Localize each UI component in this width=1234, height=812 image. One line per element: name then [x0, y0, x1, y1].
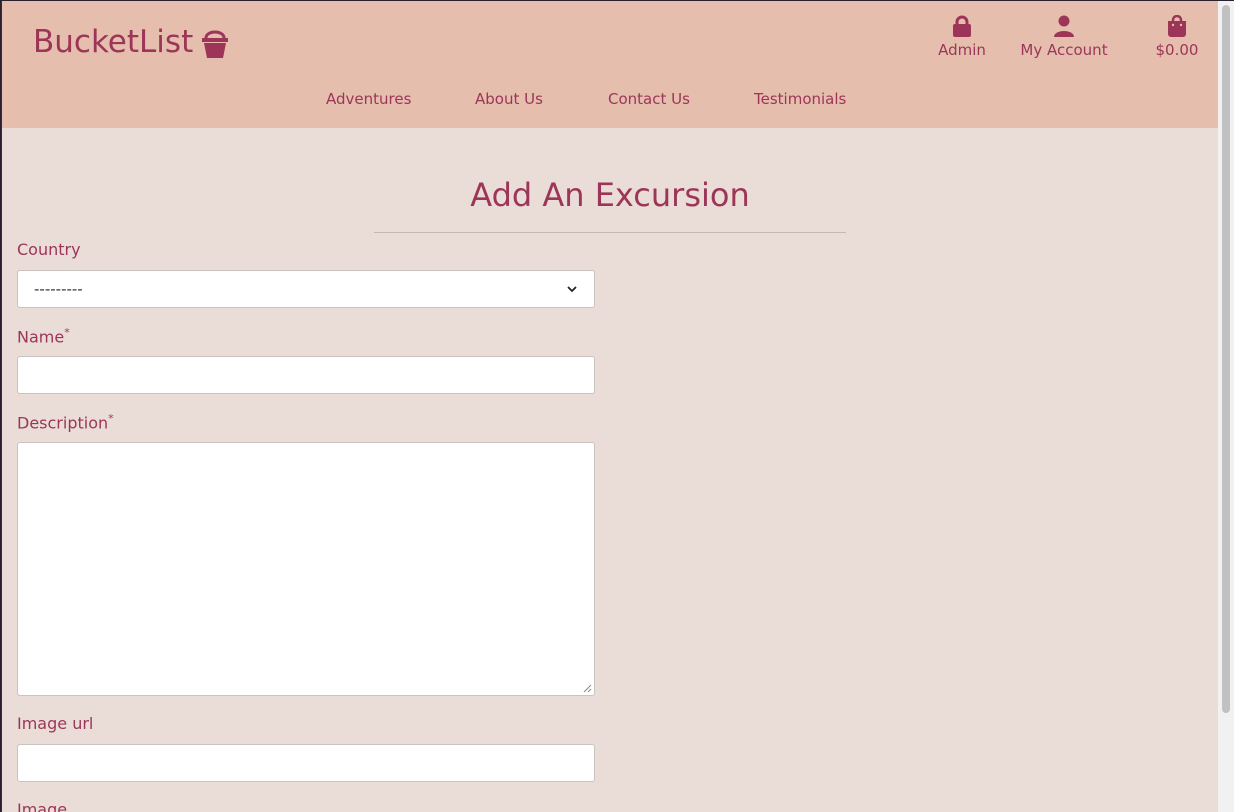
description-label: Description* [17, 412, 114, 432]
my-account-link[interactable]: My Account [1013, 15, 1115, 59]
site-logo[interactable]: BucketList [33, 20, 229, 64]
resize-handle-icon[interactable] [582, 683, 592, 693]
scrollbar-thumb[interactable] [1222, 5, 1230, 713]
title-divider [374, 232, 846, 233]
nav-testimonials[interactable]: Testimonials [754, 90, 846, 108]
nav-contact-us[interactable]: Contact Us [608, 90, 690, 108]
image-label-text: Image [17, 800, 68, 812]
admin-link[interactable]: Admin [918, 15, 1006, 59]
lock-icon [953, 15, 971, 37]
image-url-input[interactable] [17, 744, 595, 782]
cart-total: $0.00 [1155, 41, 1199, 59]
chevron-down-icon [567, 286, 577, 293]
main-content: Add An Excursion Country --------- Name*… [2, 128, 1218, 812]
logo-text: BucketList [33, 24, 194, 60]
country-selected-value: --------- [34, 280, 83, 298]
name-label-text: Name [17, 327, 65, 347]
page-title: Add An Excursion [470, 176, 750, 214]
basket-icon [202, 30, 229, 58]
image-url-label-text: Image url [17, 714, 94, 733]
main-nav: Adventures About Us Contact Us Testimoni… [2, 90, 1218, 114]
nav-about-us[interactable]: About Us [475, 90, 543, 108]
description-label-text: Description [17, 413, 109, 433]
cart-link[interactable]: $0.00 [1147, 15, 1207, 59]
admin-label: Admin [938, 41, 986, 59]
image-label: Image [17, 800, 67, 812]
required-mark: * [64, 326, 70, 339]
shopping-bag-icon [1168, 15, 1186, 37]
image-url-label: Image url [17, 714, 93, 733]
name-label: Name* [17, 326, 70, 346]
user-icon [1054, 15, 1074, 37]
account-links: Admin My Account $0.00 [918, 15, 1218, 65]
description-textarea[interactable] [17, 442, 595, 696]
country-select[interactable]: --------- [17, 270, 595, 308]
browser-viewport: BucketList Admin My Account $0.00 Advent… [1, 1, 1234, 812]
country-label-text: Country [17, 240, 81, 259]
required-mark: * [108, 412, 114, 425]
nav-adventures[interactable]: Adventures [326, 90, 411, 108]
my-account-label: My Account [1020, 41, 1108, 59]
name-input[interactable] [17, 356, 595, 394]
site-header: BucketList Admin My Account $0.00 Advent… [2, 1, 1218, 128]
vertical-scrollbar[interactable] [1218, 1, 1234, 812]
country-label: Country [17, 240, 81, 259]
